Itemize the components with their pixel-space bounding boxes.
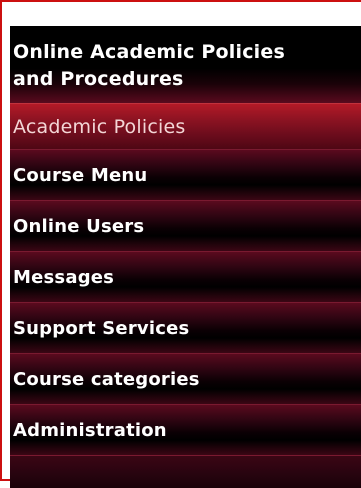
menu-item-messages[interactable]: Messages (10, 251, 361, 302)
menu-item-label: Academic Policies (13, 115, 186, 138)
menu-header[interactable]: Online Academic Policies and Procedures (10, 26, 361, 103)
menu-item-support-services[interactable]: Support Services (10, 302, 361, 353)
menu-footer-bar (10, 455, 361, 488)
menu-item-label: Course Menu (13, 164, 148, 186)
sidebar-frame: Online Academic Policies and Procedures … (0, 0, 361, 488)
menu-header-text: Online Academic Policies and Procedures (13, 39, 285, 93)
menu-item-academic-policies[interactable]: Academic Policies (10, 103, 361, 149)
menu-item-administration[interactable]: Administration (10, 404, 361, 455)
menu-item-course-categories[interactable]: Course categories (10, 353, 361, 404)
menu-item-label: Online Users (13, 215, 145, 237)
menu-item-label: Course categories (13, 368, 200, 390)
menu-item-label: Messages (13, 266, 115, 288)
sidebar-menu: Online Academic Policies and Procedures … (10, 26, 361, 488)
menu-header-line2: and Procedures (13, 67, 184, 90)
menu-item-online-users[interactable]: Online Users (10, 200, 361, 251)
menu-item-label: Support Services (13, 317, 190, 339)
menu-item-label: Administration (13, 419, 167, 441)
menu-header-line1: Online Academic Policies (13, 40, 285, 63)
menu-item-course-menu[interactable]: Course Menu (10, 149, 361, 200)
